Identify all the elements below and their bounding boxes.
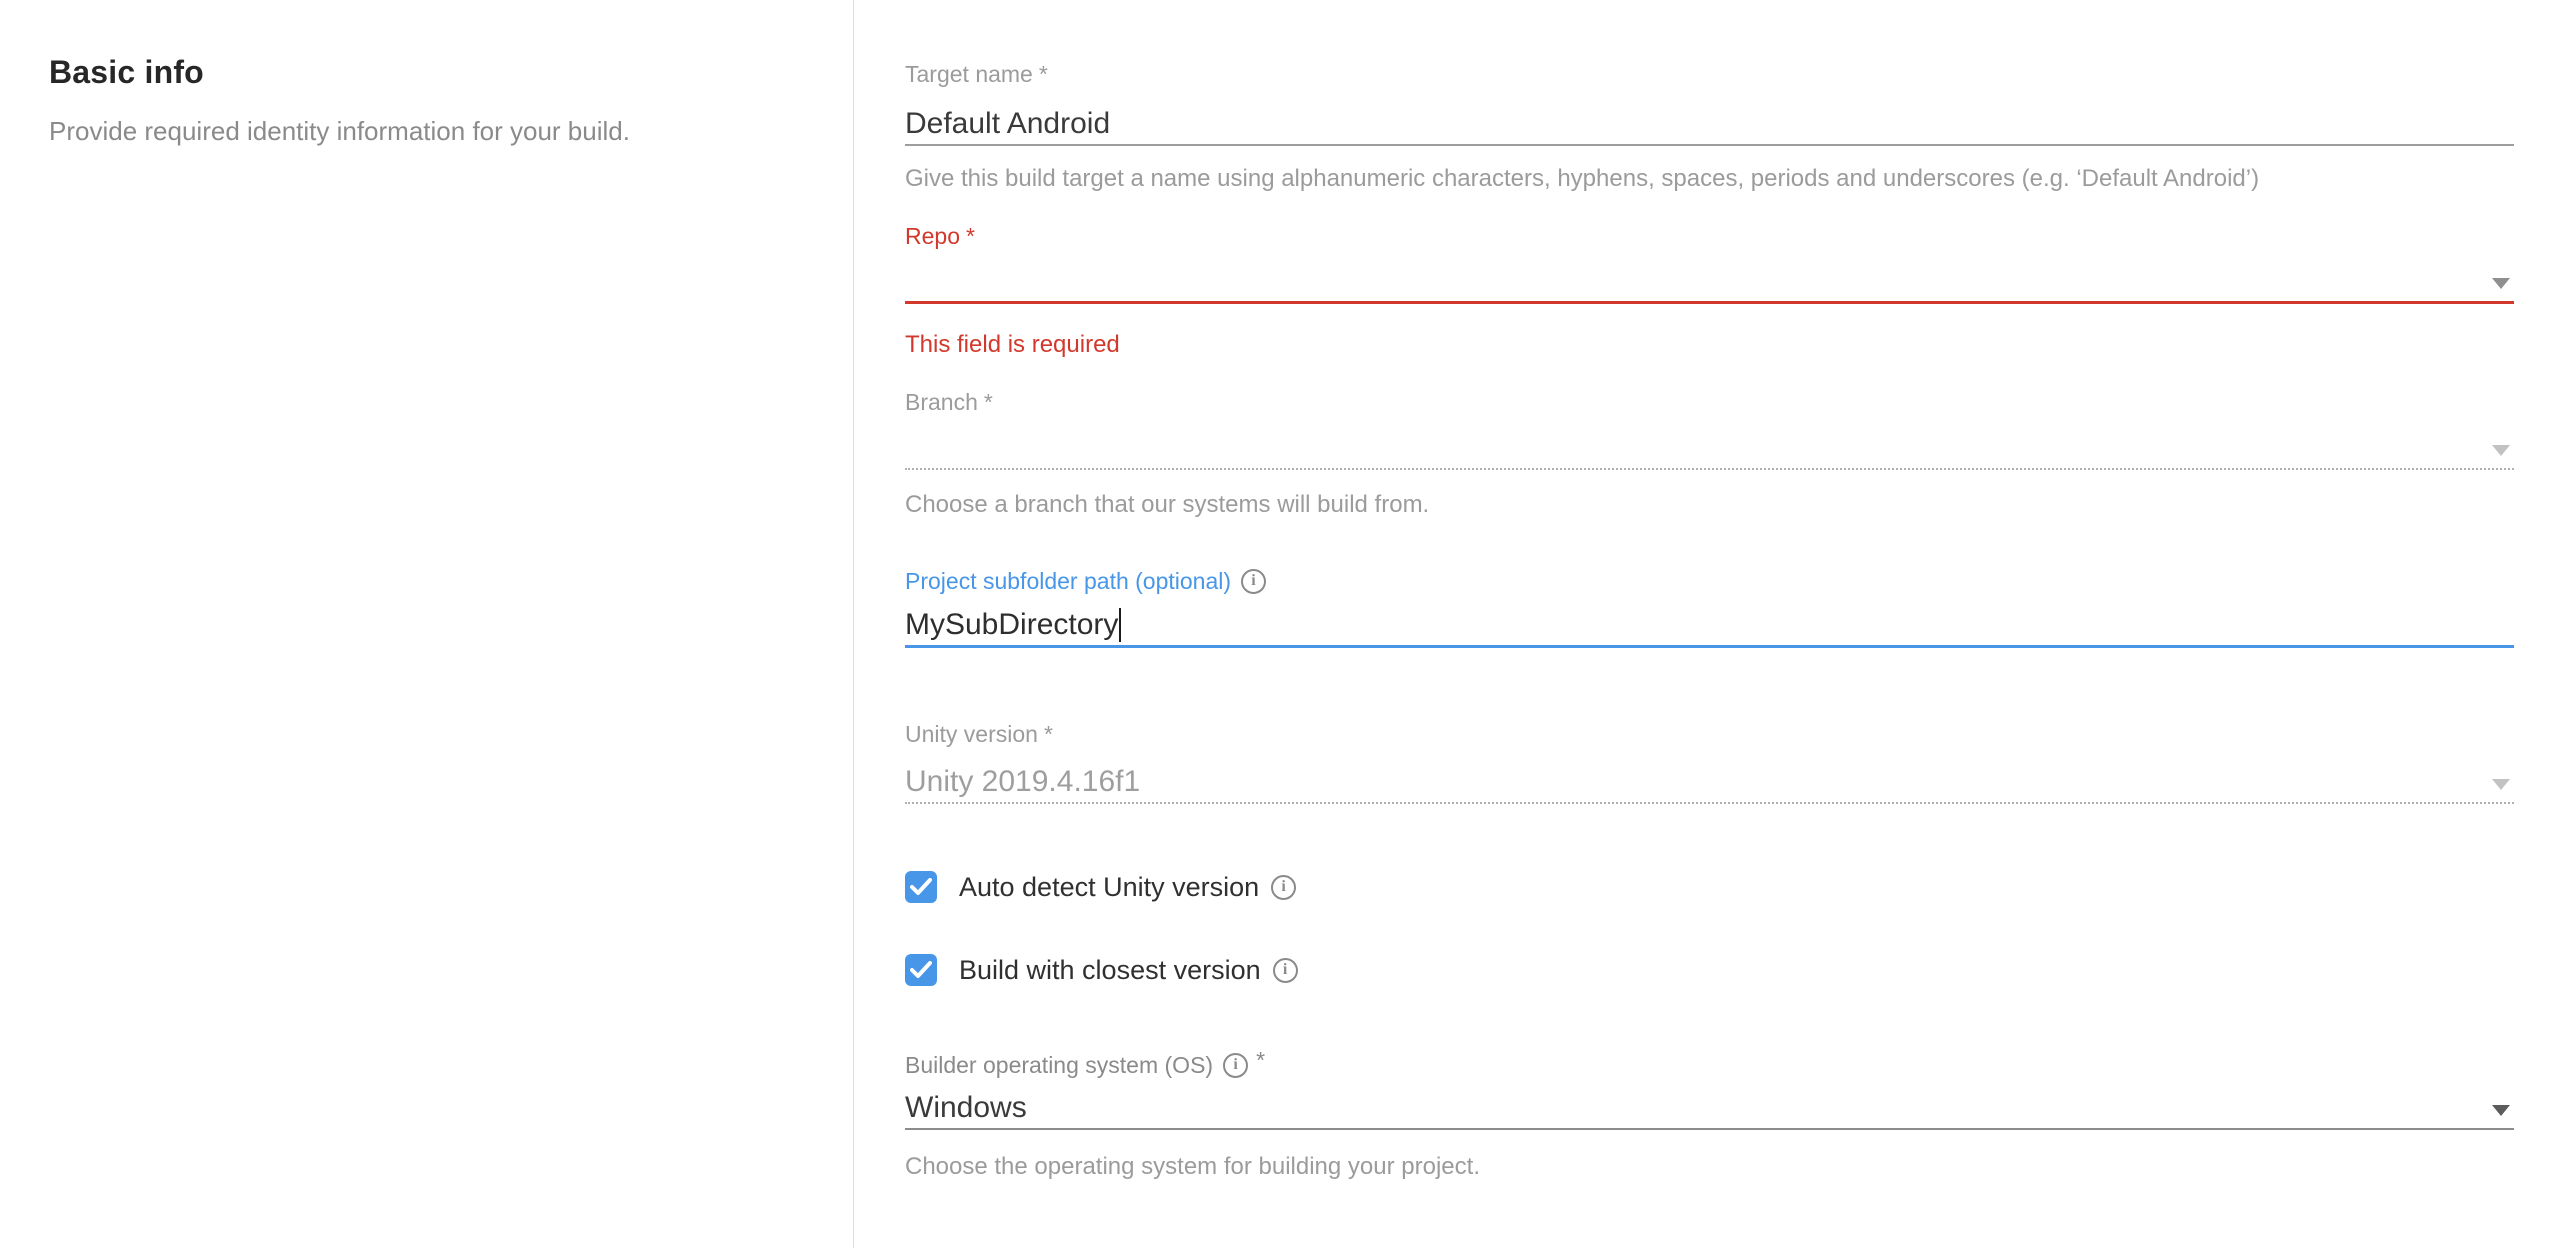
builder-os-helper: Choose the operating system for building… <box>905 1152 2514 1182</box>
project-subfolder-input[interactable]: MySubDirectory <box>905 600 2514 648</box>
target-name-helper: Give this build target a name using alph… <box>905 164 2514 194</box>
closest-version-label: Build with closest version <box>959 953 1261 987</box>
field-repo: Repo * This field is required <box>905 222 2514 360</box>
branch-label: Branch * <box>905 388 2514 416</box>
chevron-down-icon <box>2492 445 2510 456</box>
field-builder-os: Builder operating system (OS) i * Window… <box>905 1050 2514 1182</box>
info-icon[interactable]: i <box>1223 1053 1248 1078</box>
target-name-value: Default Android <box>905 104 1110 144</box>
section-title: Basic info <box>49 52 813 92</box>
info-icon[interactable]: i <box>1241 569 1266 594</box>
chevron-down-icon <box>2492 278 2510 289</box>
text-cursor <box>1119 608 1121 642</box>
branch-helper: Choose a branch that our systems will bu… <box>905 490 2514 520</box>
auto-detect-checkbox[interactable] <box>905 871 937 903</box>
closest-version-checkbox[interactable] <box>905 954 937 986</box>
info-icon[interactable]: i <box>1271 875 1296 900</box>
target-name-label-text: Target name <box>905 60 1033 88</box>
branch-required-marker: * <box>984 388 993 416</box>
builder-os-required-marker: * <box>1256 1050 1265 1070</box>
field-project-subfolder: Project subfolder path (optional) i MySu… <box>905 566 2514 648</box>
checkbox-row-auto-detect: Auto detect Unity version i <box>905 870 1296 904</box>
repo-label-text: Repo <box>905 222 960 250</box>
auto-detect-label: Auto detect Unity version <box>959 870 1259 904</box>
field-target-name: Target name * Default Android Give this … <box>905 60 2514 194</box>
repo-required-marker: * <box>966 222 975 250</box>
unity-version-label: Unity version * <box>905 720 2514 748</box>
field-branch: Branch * Choose a branch that our system… <box>905 388 2514 520</box>
project-subfolder-value: MySubDirectory <box>905 605 1118 645</box>
branch-select[interactable] <box>905 424 2514 470</box>
project-subfolder-label-text: Project subfolder path (optional) <box>905 567 1231 595</box>
checkbox-row-closest-version: Build with closest version i <box>905 953 1298 987</box>
section-description: Provide required identity information fo… <box>49 114 813 148</box>
repo-error-message: This field is required <box>905 330 2514 360</box>
branch-label-text: Branch <box>905 388 978 416</box>
unity-version-select[interactable]: Unity 2019.4.16f1 <box>905 756 2514 804</box>
unity-version-required-marker: * <box>1044 720 1053 748</box>
builder-os-label: Builder operating system (OS) i * <box>905 1050 2514 1080</box>
chevron-down-icon <box>2492 1105 2510 1116</box>
repo-select[interactable] <box>905 258 2514 304</box>
target-name-input[interactable]: Default Android <box>905 96 2514 146</box>
project-subfolder-label: Project subfolder path (optional) i <box>905 566 2514 596</box>
builder-os-value: Windows <box>905 1088 1027 1128</box>
checkmark-icon <box>910 878 932 896</box>
panel-divider <box>853 0 854 1248</box>
build-target-form: Target name * Default Android Give this … <box>905 0 2514 1248</box>
chevron-down-icon <box>2492 779 2510 790</box>
target-name-required-marker: * <box>1039 60 1048 88</box>
section-intro-panel: Basic info Provide required identity inf… <box>0 0 853 1248</box>
target-name-label: Target name * <box>905 60 2514 88</box>
unity-version-value: Unity 2019.4.16f1 <box>905 762 1140 802</box>
repo-label: Repo * <box>905 222 2514 250</box>
builder-os-label-text: Builder operating system (OS) <box>905 1051 1213 1079</box>
checkmark-icon <box>910 961 932 979</box>
info-icon[interactable]: i <box>1273 958 1298 983</box>
builder-os-select[interactable]: Windows <box>905 1086 2514 1130</box>
field-unity-version: Unity version * Unity 2019.4.16f1 <box>905 720 2514 804</box>
unity-version-label-text: Unity version <box>905 720 1038 748</box>
